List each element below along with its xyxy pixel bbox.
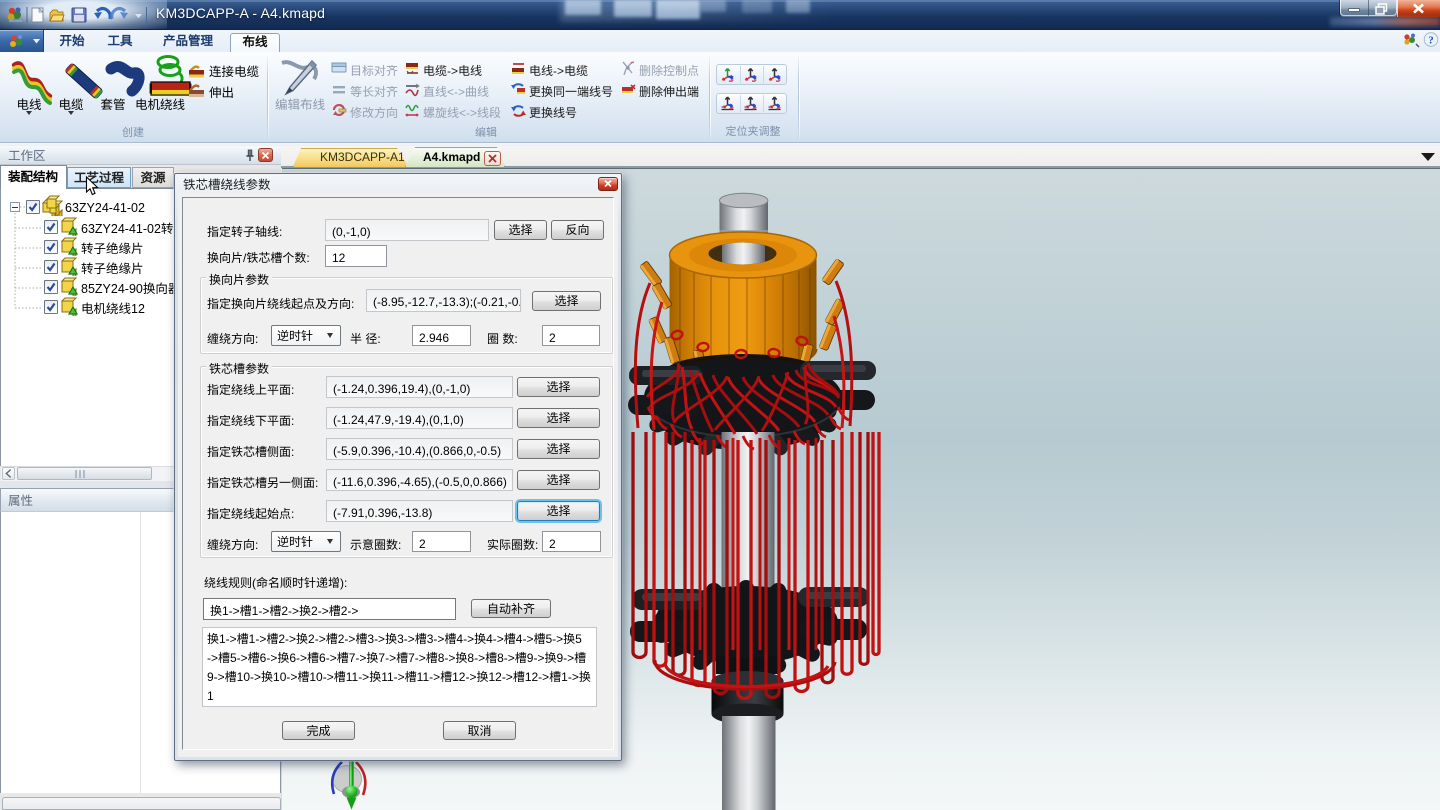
svg-text:?: ? (1428, 35, 1434, 47)
